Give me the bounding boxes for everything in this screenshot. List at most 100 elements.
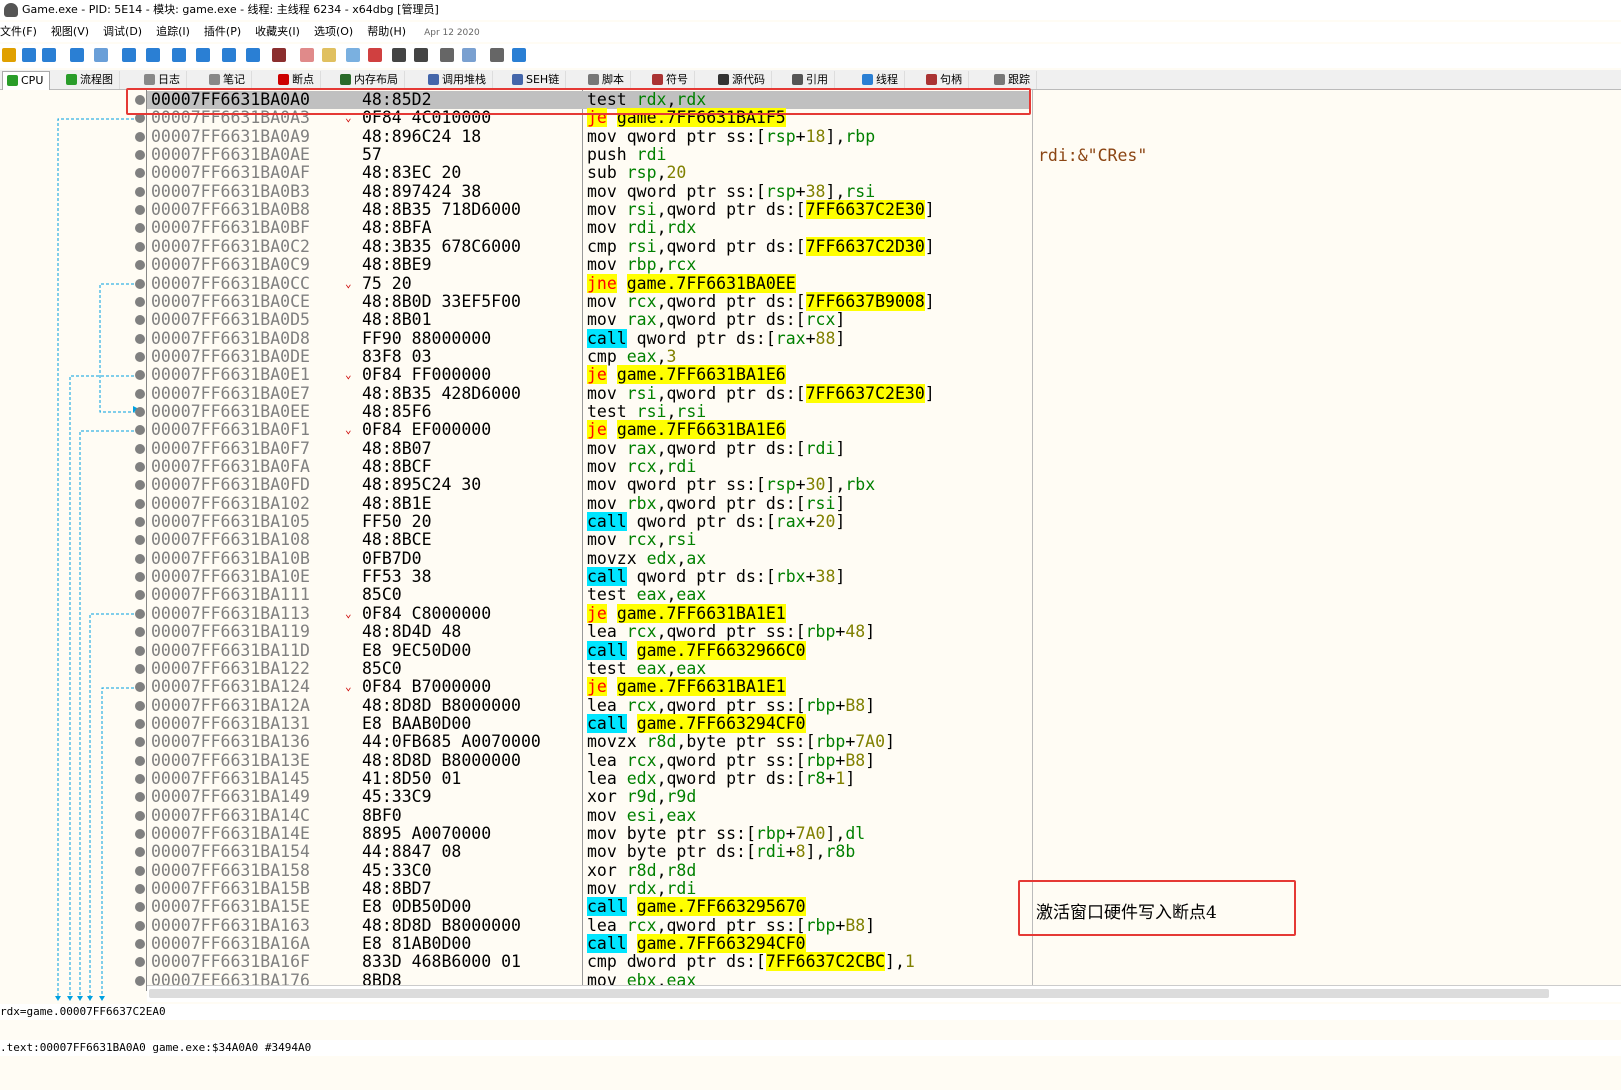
breakpoint-dot-icon[interactable]	[135, 498, 145, 509]
disasm-row[interactable]: 00007FF6631BA16F 833D 468B6000 01 cmp dwor…	[135, 952, 1031, 972]
run-icon[interactable]	[70, 48, 84, 62]
tab-3[interactable]: 笔记	[205, 71, 252, 89]
disasm-row[interactable]: 00007FF6631BA0D8 FF90 88000000 call qword …	[135, 328, 1031, 348]
disasm-row[interactable]: 00007FF6631BA122 85C0 test eax,eax	[135, 659, 1031, 678]
disasm-row[interactable]: 00007FF6631BA102 48:8B1E mov rbx,qword ptr…	[135, 494, 1031, 513]
breakpoint-dot-icon[interactable]	[135, 975, 145, 986]
tab-2[interactable]: 日志	[140, 71, 187, 89]
breakpoint-dot-icon[interactable]	[135, 920, 145, 931]
stop-icon[interactable]	[42, 48, 56, 62]
bookmark-icon[interactable]	[346, 48, 360, 62]
disasm-row[interactable]: 00007FF6631BA0CE 48:8B0D 33EF5F00 mov rcx,…	[135, 291, 1031, 311]
disasm-row[interactable]: 00007FF6631BA0C2 48:3B35 678C6000 cmp rsi,…	[135, 236, 1031, 256]
tab-8[interactable]: 脚本	[584, 71, 631, 89]
disasm-row[interactable]: 00007FF6631BA163 48:8D8D B8000000 lea rcx,…	[135, 916, 1031, 935]
breakpoint-dot-icon[interactable]	[135, 755, 145, 766]
disasm-row[interactable]: 00007FF6631BA0AF 48:83EC 20 sub rsp,20	[135, 164, 1031, 182]
disasm-row[interactable]: 00007FF6631BA0FA 48:8BCF mov rcx,rdi	[135, 458, 1031, 476]
menu-item[interactable]: 调试(D)	[103, 22, 142, 42]
breakpoint-dot-icon[interactable]	[135, 553, 145, 564]
breakpoint-dot-icon[interactable]	[135, 186, 145, 197]
disasm-row[interactable]: 00007FF6631BA0E7 48:8B35 428D6000 mov rsi,…	[135, 383, 1031, 403]
tab-0[interactable]: CPU	[2, 71, 51, 90]
disasm-row[interactable]: 00007FF6631BA158 45:33C0 xor r8d,r8d	[135, 861, 1031, 880]
disasm-row[interactable]: 00007FF6631BA131 E8 BAAB0D00 call game.7FF…	[135, 713, 1031, 733]
pause-icon[interactable]	[94, 48, 108, 62]
trace-into-icon[interactable]	[172, 48, 186, 62]
menu-item[interactable]: 插件(P)	[204, 22, 241, 42]
disasm-row[interactable]: 00007FF6631BA0A9 48:896C24 18 mov qword pt…	[135, 127, 1031, 146]
ram-icon[interactable]	[512, 48, 526, 62]
disasm-row[interactable]: 00007FF6631BA149 45:33C9 xor r9d,r9d	[135, 788, 1031, 806]
menu-item[interactable]: 追踪(I)	[156, 22, 190, 42]
breakpoint-dot-icon[interactable]	[135, 608, 145, 619]
script-icon[interactable]	[462, 48, 476, 62]
disasm-row[interactable]: 00007FF6631BA0C9 48:8BE9 mov rbp,rcx	[135, 256, 1031, 274]
tab-7[interactable]: SEH链	[508, 71, 567, 89]
disasm-row[interactable]: 00007FF6631BA0EE 48:85F6 test rsi,rsi	[135, 402, 1031, 421]
breakpoint-dot-icon[interactable]	[135, 700, 145, 711]
breakpoint-dot-icon[interactable]	[135, 241, 145, 252]
disasm-row[interactable]: 00007FF6631BA111 85C0 test eax,eax	[135, 586, 1031, 604]
disasm-row[interactable]: 00007FF6631BA113 ⌄ 0F84 C8000000 je game.7F…	[135, 603, 1031, 623]
disasm-row[interactable]: 00007FF6631BA0B8 48:8B35 718D6000 mov rsi,…	[135, 200, 1031, 220]
disasm-row[interactable]: 00007FF6631BA0DE 83F8 03 cmp eax,3	[135, 347, 1031, 366]
disasm-row[interactable]: 00007FF6631BA15E E8 0DB50D00 call game.7FF…	[135, 897, 1031, 917]
menu-item[interactable]: 文件(F)	[0, 22, 37, 42]
run-to-user-icon[interactable]	[222, 48, 236, 62]
step-over-icon[interactable]	[146, 48, 160, 62]
disasm-row[interactable]: 00007FF6631BA14E 8895 A0070000 mov byte pt…	[135, 825, 1031, 843]
breakpoint-dot-icon[interactable]	[135, 351, 145, 362]
breakpoint-dot-icon[interactable]	[135, 131, 145, 142]
execute-till-return-icon[interactable]	[246, 48, 260, 62]
tab-12[interactable]: 线程	[858, 71, 905, 89]
tab-5[interactable]: 内存布局	[336, 71, 405, 89]
disasm-row[interactable]: 00007FF6631BA108 48:8BCE mov rcx,rsi	[135, 531, 1031, 549]
disasm-row[interactable]: 00007FF6631BA0AE 57 push rdi	[135, 146, 1031, 164]
breakpoint-dot-icon[interactable]	[135, 884, 145, 895]
tab-14[interactable]: 跟踪	[990, 71, 1037, 89]
disasm-row[interactable]: 00007FF6631BA14C 8BF0 mov esi,eax	[135, 806, 1031, 825]
disasm-row[interactable]: 00007FF6631BA13E 48:8D8D B8000000 lea rcx,…	[135, 751, 1031, 770]
breakpoint-dot-icon[interactable]	[135, 388, 145, 399]
menu-item[interactable]: 视图(V)	[51, 22, 89, 42]
comment-icon[interactable]	[300, 48, 314, 62]
breakpoint-dot-icon[interactable]	[135, 517, 145, 528]
fx-icon[interactable]	[392, 48, 406, 62]
disasm-row[interactable]: 00007FF6631BA0E1 ⌄ 0F84 FF000000 je game.7F…	[135, 365, 1031, 385]
disasm-row[interactable]: 00007FF6631BA0BF 48:8BFA mov rdi,rdx	[135, 219, 1031, 237]
tab-4[interactable]: 断点	[274, 71, 321, 89]
disasm-row[interactable]: 00007FF6631BA10E FF53 38 call qword ptr ds…	[135, 567, 1031, 587]
disasm-row[interactable]: 00007FF6631BA12A 48:8D8D B8000000 lea rcx,…	[135, 696, 1031, 715]
breakpoint-dot-icon[interactable]	[135, 810, 145, 821]
disasm-row[interactable]: 00007FF6631BA0CC ⌄ 75 20 jne game.7FF6631BA…	[135, 273, 1031, 293]
breakpoint-dot-icon[interactable]	[135, 829, 145, 839]
disasm-row[interactable]: 00007FF6631BA154 44:8847 08 mov byte ptr d…	[135, 843, 1031, 861]
tab-10[interactable]: 源代码	[714, 71, 772, 89]
disasm-row[interactable]: 00007FF6631BA0F7 48:8B07 mov rax,qword ptr…	[135, 439, 1031, 458]
trace-over-icon[interactable]	[196, 48, 210, 62]
calculator-icon[interactable]	[490, 48, 504, 62]
disasm-row[interactable]: 00007FF6631BA0B3 48:897424 38 mov qword pt…	[135, 182, 1031, 201]
breakpoint-dot-icon[interactable]	[135, 865, 145, 876]
breakpoint-dot-icon[interactable]	[135, 333, 145, 344]
function-icon[interactable]	[368, 48, 382, 62]
breakpoint-dot-icon[interactable]	[135, 645, 145, 656]
menu-item[interactable]: 收藏夹(I)	[255, 22, 300, 42]
disasm-row[interactable]: 00007FF6631BA16A E8 81AB0D00 call game.7FF…	[135, 934, 1031, 954]
disasm-row[interactable]: 00007FF6631BA0F1 ⌄ 0F84 EF000000 je game.7F…	[135, 420, 1031, 440]
tab-11[interactable]: 引用	[788, 71, 835, 89]
disasm-row[interactable]: 00007FF6631BA119 48:8D4D 48 lea rcx,qword …	[135, 623, 1031, 641]
breakpoint-dot-icon[interactable]	[135, 462, 145, 472]
tab-9[interactable]: 符号	[648, 71, 695, 89]
menu-item[interactable]: 选项(O)	[314, 22, 353, 42]
breakpoint-dot-icon[interactable]	[135, 443, 145, 454]
hash-icon[interactable]	[414, 48, 428, 62]
tab-6[interactable]: 调用堆栈	[424, 71, 493, 89]
scroll-thumb[interactable]	[149, 989, 1549, 998]
breakpoint-dot-icon[interactable]	[135, 773, 145, 784]
breakpoint-dot-icon[interactable]	[135, 150, 145, 161]
disasm-row[interactable]: 00007FF6631BA124 ⌄ 0F84 B7000000 je game.7F…	[135, 677, 1031, 697]
tab-1[interactable]: 流程图	[62, 71, 120, 89]
disasm-row[interactable]: 00007FF6631BA15B 48:8BD7 mov rdx,rdi	[135, 880, 1031, 898]
